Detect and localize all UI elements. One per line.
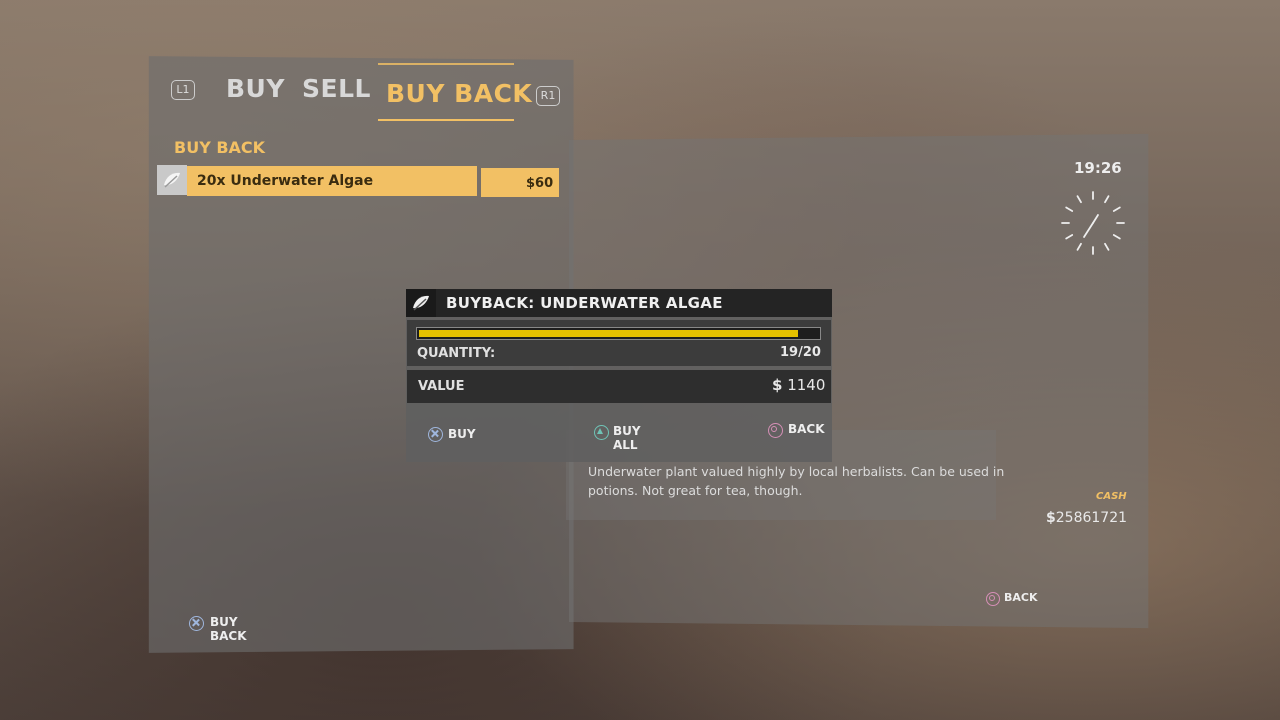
quantity-slider-fill (419, 330, 798, 337)
item-icon-box (157, 165, 187, 195)
cash-value: $25861721 (1046, 510, 1127, 526)
dialog-title: BUYBACK: UNDERWATER ALGAE (446, 294, 723, 312)
section-title: BUY BACK (174, 138, 266, 157)
value-amount: $ 1140 (772, 376, 825, 394)
buy-all-button-label: BUY ALL (613, 424, 641, 452)
quantity-value: 19/20 (780, 345, 821, 360)
clock-time: 19:26 (1074, 159, 1122, 177)
cross-button-icon (189, 616, 204, 631)
tab-buy[interactable]: BUY (226, 74, 285, 103)
cash-amount: 25861721 (1055, 510, 1128, 526)
item-price: $60 (526, 176, 554, 191)
cash-currency: $ (1046, 510, 1056, 526)
item-description: Underwater plant valued highly by local … (588, 464, 1005, 498)
quantity-label: QUANTITY: (417, 346, 496, 361)
buy-button-label: BUY (448, 427, 476, 441)
value-label: VALUE (418, 379, 465, 394)
cash-label: CASH (1096, 491, 1127, 502)
cross-button-icon (428, 427, 443, 442)
value-box (407, 370, 831, 403)
tab-buy-back[interactable]: BUY BACK (386, 79, 532, 108)
dialog-icon-box (406, 289, 436, 317)
value-number: 1140 (787, 376, 826, 394)
triangle-button-icon (594, 425, 609, 440)
clock-icon (1061, 191, 1125, 255)
l1-bumper-icon[interactable]: L1 (171, 80, 195, 100)
tab-sell[interactable]: SELL (302, 74, 371, 103)
quantity-slider[interactable] (416, 327, 821, 340)
active-tab-top-line (378, 63, 514, 65)
circle-button-icon (986, 592, 1000, 606)
item-name: 20x Underwater Algae (197, 173, 374, 189)
back-button-label: BACK (1004, 591, 1038, 604)
leaf-icon (413, 295, 429, 311)
buy-back-button-label: BUY BACK (210, 615, 247, 643)
r1-bumper-icon[interactable]: R1 (536, 86, 560, 106)
dialog-back-label: BACK (788, 422, 825, 436)
active-tab-underline (378, 119, 514, 121)
leaf-icon (164, 172, 180, 188)
circle-button-icon (768, 423, 783, 438)
value-currency: $ (772, 376, 783, 394)
